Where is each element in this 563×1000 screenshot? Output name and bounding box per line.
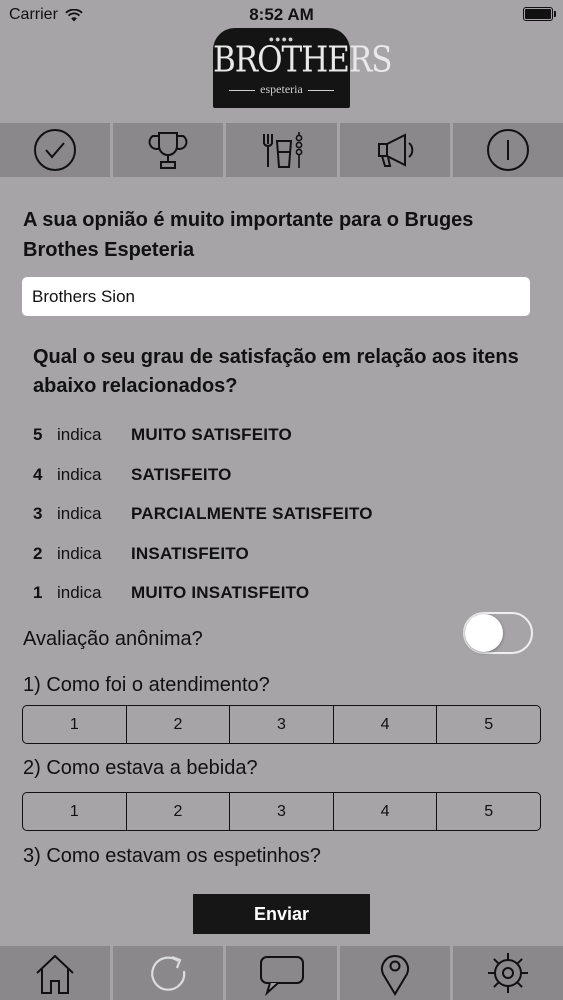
status-time: 8:52 AM bbox=[249, 5, 314, 24]
scale-word: indica bbox=[57, 464, 102, 484]
scale-description: PARCIALMENTE SATISFEITO bbox=[131, 504, 373, 523]
scale-number: 2 bbox=[33, 543, 43, 563]
rating-option-3[interactable]: 3 bbox=[230, 793, 334, 830]
tab-rewards[interactable] bbox=[113, 123, 227, 177]
rating-option-2[interactable]: 2 bbox=[127, 793, 231, 830]
menu-utensils-icon bbox=[262, 132, 302, 168]
anonymous-label: Avaliação anônima? bbox=[23, 628, 203, 650]
scale-word: indica bbox=[57, 543, 102, 563]
checkmark-circle-icon bbox=[34, 129, 77, 171]
submit-button[interactable]: Enviar bbox=[193, 894, 370, 934]
anonymous-toggle[interactable] bbox=[463, 612, 533, 654]
brand-logo: ●●●● BROTHERS espeteria bbox=[213, 28, 392, 108]
tab-survey[interactable] bbox=[0, 123, 114, 177]
chat-bubble-icon bbox=[259, 956, 304, 997]
rating-option-1[interactable]: 1 bbox=[23, 793, 127, 830]
tab-menu[interactable] bbox=[226, 123, 340, 177]
intro-text: A sua opnião é muito importante para o B… bbox=[23, 209, 474, 261]
tab-promotions[interactable] bbox=[340, 123, 453, 177]
bottom-tab-bar bbox=[0, 946, 563, 1000]
refresh-icon bbox=[151, 955, 186, 991]
scale-row: 5 indica MUITO SATISFEITO bbox=[33, 425, 373, 465]
unit-name-field[interactable] bbox=[22, 277, 530, 316]
question-3-label: 3) Como estavam os espetinhos? bbox=[23, 845, 321, 867]
tab-info[interactable] bbox=[453, 123, 563, 177]
scale-description: SATISFEITO bbox=[131, 464, 232, 484]
megaphone-icon bbox=[377, 133, 413, 167]
top-tab-bar bbox=[0, 123, 563, 177]
scale-number: 3 bbox=[33, 504, 43, 523]
home-icon bbox=[36, 954, 74, 994]
question-1-rating: 1 2 3 4 5 bbox=[22, 705, 541, 744]
scale-word: indica bbox=[57, 504, 102, 523]
logo-brand-text: BROTHERS bbox=[213, 39, 392, 81]
scale-row: 1 indica MUITO INSATISFEITO bbox=[33, 583, 373, 623]
scale-word: indica bbox=[57, 583, 102, 602]
scale-description: INSATISFEITO bbox=[131, 543, 249, 563]
scale-number: 1 bbox=[33, 583, 43, 602]
scale-word: indica bbox=[57, 425, 102, 444]
scale-row: 2 indica INSATISFEITO bbox=[33, 544, 373, 584]
rating-option-4[interactable]: 4 bbox=[334, 793, 438, 830]
rating-option-1[interactable]: 1 bbox=[23, 706, 127, 743]
scale-row: 4 indica SATISFEITO bbox=[33, 465, 373, 505]
tab-location[interactable] bbox=[340, 946, 453, 1000]
rating-option-3[interactable]: 3 bbox=[230, 706, 334, 743]
tab-home[interactable] bbox=[0, 946, 114, 1000]
rating-option-2[interactable]: 2 bbox=[127, 706, 231, 743]
trophy-icon bbox=[148, 132, 188, 169]
rating-option-5[interactable]: 5 bbox=[437, 706, 540, 743]
rating-option-4[interactable]: 4 bbox=[334, 706, 438, 743]
status-bar: Carrier 8:52 AM bbox=[0, 0, 563, 30]
toggle-knob bbox=[465, 614, 503, 652]
question-2-rating: 1 2 3 4 5 bbox=[22, 792, 541, 831]
logo-subtitle: espeteria bbox=[213, 82, 350, 97]
scale-description: MUITO INSATISFEITO bbox=[131, 583, 310, 602]
map-pin-icon bbox=[380, 955, 409, 996]
rating-option-5[interactable]: 5 bbox=[437, 793, 540, 830]
tab-settings[interactable] bbox=[453, 946, 563, 1000]
scale-number: 4 bbox=[33, 464, 43, 484]
rating-scale-legend: 5 indica MUITO SATISFEITO 4 indica SATIS… bbox=[33, 425, 373, 623]
scale-description: MUITO SATISFEITO bbox=[131, 425, 292, 444]
question-1-label: 1) Como foi o atendimento? bbox=[23, 674, 270, 696]
settings-gear-icon bbox=[487, 953, 528, 993]
tab-messages[interactable] bbox=[226, 946, 340, 1000]
satisfaction-question-heading: Qual o seu grau de satisfação em relação… bbox=[33, 346, 519, 397]
scale-number: 5 bbox=[33, 425, 43, 444]
info-icon bbox=[486, 129, 529, 171]
battery-icon bbox=[523, 7, 556, 21]
question-2-label: 2) Como estava a bebida? bbox=[23, 757, 258, 779]
scale-row: 3 indica PARCIALMENTE SATISFEITO bbox=[33, 504, 373, 544]
tab-refresh[interactable] bbox=[113, 946, 227, 1000]
